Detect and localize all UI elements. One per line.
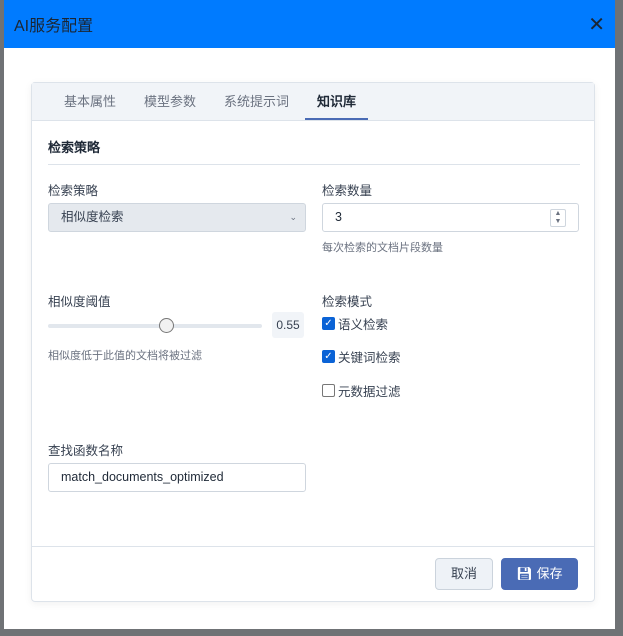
threshold-label: 相似度阈值 (48, 295, 111, 309)
function-label: 查找函数名称 (48, 444, 124, 458)
tab-bar: 基本属性 模型参数 系统提示词 知识库 (32, 83, 594, 121)
count-input[interactable]: 3 ▲ ▼ (322, 203, 579, 232)
footer-divider (32, 546, 594, 547)
close-icon[interactable]: ✕ (588, 12, 605, 37)
checkbox-icon[interactable] (322, 384, 335, 397)
dialog-header: AI服务配置 ✕ (4, 0, 615, 48)
checkbox-icon[interactable]: ✓ (322, 350, 335, 363)
dialog-title: AI服务配置 (14, 18, 94, 35)
checkbox-label: 元数据过滤 (338, 385, 401, 399)
slider-thumb[interactable] (158, 318, 174, 333)
checkbox-keyword[interactable]: ✓ 关键词检索 (322, 347, 401, 366)
ai-service-config-dialog: AI服务配置 ✕ 基本属性 模型参数 系统提示词 知识库 检索策略 检索策略 相… (4, 0, 615, 629)
strategy-value: 相似度检索 (61, 210, 124, 224)
section-title: 检索策略 (48, 137, 580, 165)
checkbox-metadata[interactable]: 元数据过滤 (322, 381, 401, 400)
tab-knowledge-base[interactable]: 知识库 (305, 83, 369, 120)
save-button[interactable]: 💾︎ 保存 (501, 558, 578, 590)
count-value: 3 (335, 210, 342, 224)
tab-model-params[interactable]: 模型参数 (132, 83, 208, 120)
checkbox-semantic[interactable]: ✓ 语义检索 (322, 314, 388, 333)
threshold-value: 0.55 (272, 312, 304, 338)
config-card: 基本属性 模型参数 系统提示词 知识库 检索策略 检索策略 相似度检索 ⌄ 检索数… (31, 82, 595, 602)
checkbox-label: 语义检索 (338, 318, 389, 332)
strategy-label: 检索策略 (48, 184, 99, 198)
threshold-slider[interactable] (48, 318, 262, 333)
threshold-hint: 相似度低于此值的文档将被过滤 (48, 350, 202, 362)
strategy-select[interactable]: 相似度检索 ⌄ (48, 203, 306, 232)
stepper-icon[interactable]: ▲ ▼ (550, 209, 566, 227)
chevron-down-icon: ⌄ (289, 212, 297, 222)
count-label: 检索数量 (322, 184, 373, 198)
checkbox-label: 关键词检索 (338, 351, 401, 365)
save-label: 保存 (536, 566, 563, 581)
tab-system-prompt[interactable]: 系统提示词 (212, 83, 301, 120)
tab-basic[interactable]: 基本属性 (52, 83, 128, 120)
count-hint: 每次检索的文档片段数量 (322, 242, 443, 254)
mode-label: 检索模式 (322, 295, 373, 309)
cancel-button[interactable]: 取消 (435, 558, 493, 590)
function-input[interactable]: match_documents_optimized (48, 463, 306, 492)
save-icon: 💾︎ (516, 566, 533, 581)
checkbox-icon[interactable]: ✓ (322, 317, 335, 330)
